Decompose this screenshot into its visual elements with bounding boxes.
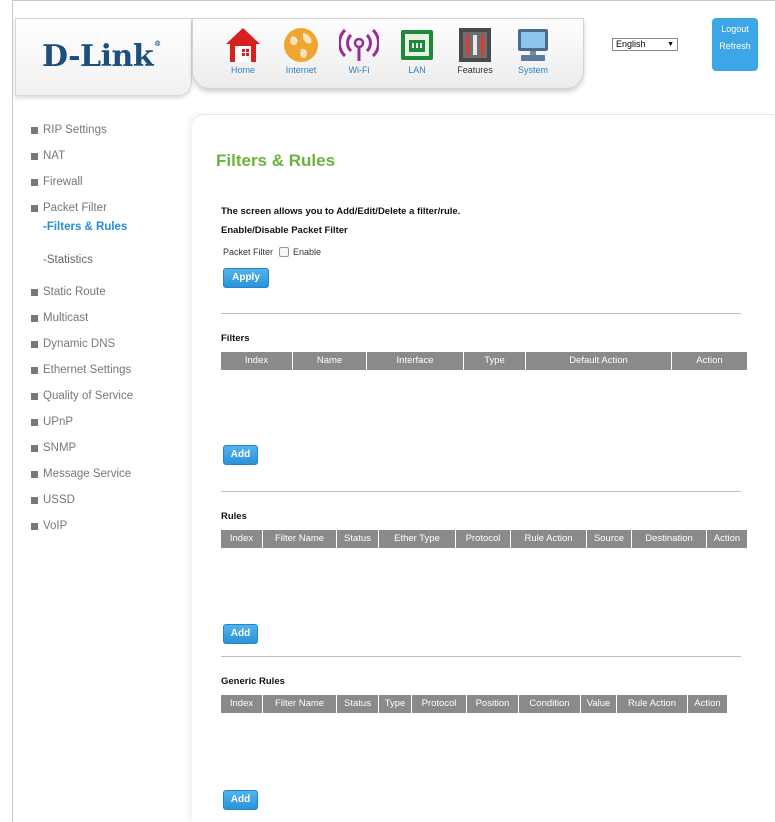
- filters-add-button[interactable]: Add: [223, 445, 258, 465]
- sidebar-item-message-service[interactable]: Message Service: [31, 461, 191, 487]
- dlink-logo: D-Link®: [42, 39, 161, 74]
- enable-label: Enable: [293, 247, 322, 257]
- divider: [221, 656, 741, 657]
- main-content: Filters & Rules The screen allows you to…: [192, 114, 775, 822]
- generic-col-index: Index: [221, 695, 263, 713]
- sidebar-subitem-statistics[interactable]: -Statistics: [31, 254, 191, 273]
- sidebar-item-rip-settings[interactable]: RIP Settings: [31, 117, 191, 143]
- chevron-down-icon: ▼: [667, 41, 674, 48]
- filters-col-default-action: Default Action: [526, 352, 672, 370]
- sidebar-item-snmp[interactable]: SNMP: [31, 435, 191, 461]
- filters-col-interface: Interface: [367, 352, 464, 370]
- sidebar-subitem-filters-rules[interactable]: -Filters & Rules: [31, 221, 191, 240]
- filters-table-header: Index Name Interface Type Default Action…: [221, 352, 747, 370]
- nav-home[interactable]: Home: [215, 25, 271, 75]
- filters-col-action: Action: [672, 352, 747, 370]
- divider: [221, 313, 741, 314]
- sidebar-item-firewall[interactable]: Firewall: [31, 169, 191, 195]
- nav-lan[interactable]: LAN: [389, 25, 445, 75]
- page-title: Filters & Rules: [216, 151, 336, 170]
- sidebar-item-dynamic-dns[interactable]: Dynamic DNS: [31, 331, 191, 357]
- generic-col-type: Type: [379, 695, 412, 713]
- generic-rules-add-button[interactable]: Add: [223, 790, 258, 810]
- sidebar-item-voip[interactable]: VoIP: [31, 513, 191, 539]
- generic-rules-table-header: Index Filter Name Status Type Protocol P…: [221, 695, 727, 713]
- language-select[interactable]: English ▼: [612, 38, 678, 51]
- generic-rules-heading: Generic Rules: [221, 676, 285, 687]
- nav-system[interactable]: System: [505, 25, 561, 75]
- bullet-icon: [31, 496, 38, 504]
- bullet-icon: [31, 204, 38, 212]
- nav-internet[interactable]: Internet: [273, 25, 329, 75]
- globe-icon: [281, 25, 321, 65]
- rules-col-action: Action: [707, 530, 747, 548]
- session-box: Logout Refresh: [712, 18, 758, 71]
- filters-col-type: Type: [464, 352, 526, 370]
- generic-col-filter-name: Filter Name: [263, 695, 337, 713]
- generic-col-rule-action: Rule Action: [617, 695, 688, 713]
- apply-button[interactable]: Apply: [223, 268, 269, 288]
- logout-link[interactable]: Logout: [712, 24, 758, 34]
- rules-col-rule-action: Rule Action: [511, 530, 587, 548]
- nav-features[interactable]: Features: [447, 25, 503, 75]
- sidebar-item-upnp[interactable]: UPnP: [31, 409, 191, 435]
- bullet-icon: [31, 366, 38, 374]
- bullet-icon: [31, 444, 38, 452]
- rules-add-button[interactable]: Add: [223, 624, 258, 644]
- logo-card: D-Link®: [15, 18, 192, 96]
- refresh-link[interactable]: Refresh: [712, 41, 758, 51]
- bullet-icon: [31, 314, 38, 322]
- generic-col-condition: Condition: [519, 695, 581, 713]
- packet-filter-row: Packet Filter Enable: [223, 247, 321, 257]
- sidebar-item-packet-filter[interactable]: Packet Filter: [31, 195, 191, 221]
- bullet-icon: [31, 522, 38, 530]
- sidebar: RIP Settings NAT Firewall Packet Filter …: [31, 117, 191, 539]
- rules-col-filter-name: Filter Name: [263, 530, 337, 548]
- features-icon: [455, 25, 495, 65]
- nav-wifi[interactable]: Wi-Fi: [331, 25, 387, 75]
- rules-col-ether-type: Ether Type: [379, 530, 456, 548]
- divider: [221, 491, 741, 492]
- lan-icon: [397, 25, 437, 65]
- sidebar-item-multicast[interactable]: Multicast: [31, 305, 191, 331]
- generic-col-action: Action: [688, 695, 727, 713]
- rules-heading: Rules: [221, 511, 247, 522]
- filters-heading: Filters: [221, 333, 250, 344]
- bullet-icon: [31, 126, 38, 134]
- sidebar-item-ethernet-settings[interactable]: Ethernet Settings: [31, 357, 191, 383]
- sidebar-item-ussd[interactable]: USSD: [31, 487, 191, 513]
- bullet-icon: [31, 178, 38, 186]
- generic-col-value: Value: [581, 695, 617, 713]
- filters-col-name: Name: [293, 352, 367, 370]
- bullet-icon: [31, 288, 38, 296]
- rules-col-protocol: Protocol: [456, 530, 511, 548]
- bullet-icon: [31, 392, 38, 400]
- rules-col-index: Index: [221, 530, 263, 548]
- packet-filter-label: Packet Filter: [223, 247, 274, 257]
- enable-checkbox[interactable]: [279, 247, 290, 257]
- sidebar-item-static-route[interactable]: Static Route: [31, 279, 191, 305]
- generic-col-protocol: Protocol: [412, 695, 467, 713]
- generic-col-status: Status: [337, 695, 379, 713]
- bullet-icon: [31, 340, 38, 348]
- home-icon: [223, 25, 263, 65]
- rules-col-source: Source: [587, 530, 632, 548]
- page-description: The screen allows you to Add/Edit/Delete…: [221, 206, 461, 217]
- top-nav: Home Internet Wi-Fi LAN Features System: [192, 18, 584, 89]
- bullet-icon: [31, 152, 38, 160]
- rules-col-destination: Destination: [632, 530, 707, 548]
- bullet-icon: [31, 418, 38, 426]
- sidebar-item-nat[interactable]: NAT: [31, 143, 191, 169]
- generic-col-position: Position: [467, 695, 519, 713]
- filters-col-index: Index: [221, 352, 293, 370]
- rules-table-header: Index Filter Name Status Ether Type Prot…: [221, 530, 747, 548]
- rules-col-status: Status: [337, 530, 379, 548]
- wifi-icon: [339, 25, 379, 65]
- sidebar-item-quality-of-service[interactable]: Quality of Service: [31, 383, 191, 409]
- bullet-icon: [31, 470, 38, 478]
- enable-heading: Enable/Disable Packet Filter: [221, 225, 348, 236]
- system-icon: [513, 25, 553, 65]
